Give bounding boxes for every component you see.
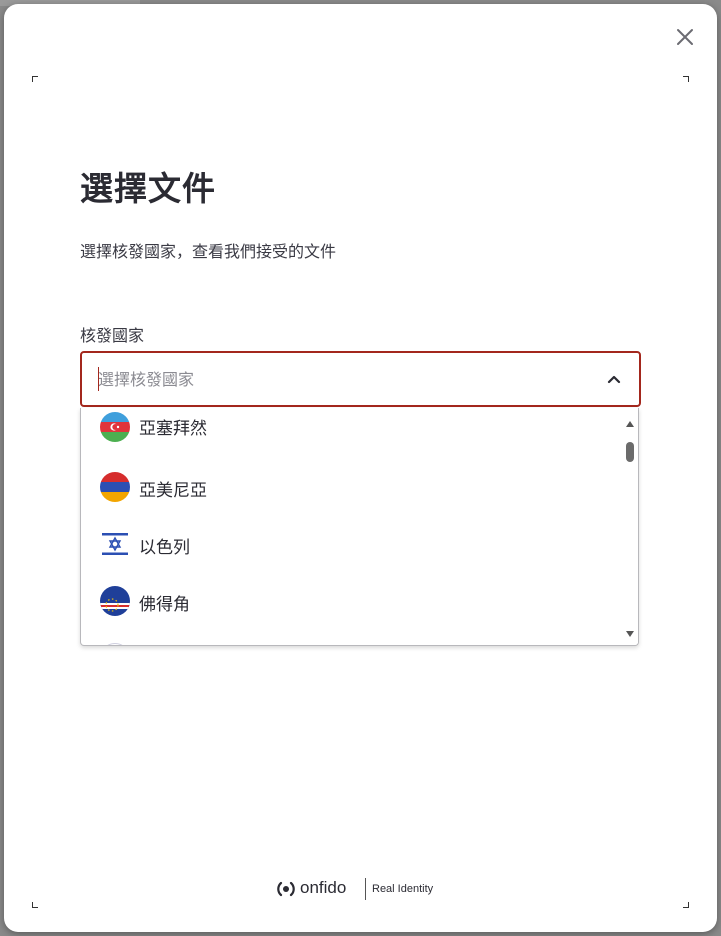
option-label: 亞美尼亞 (139, 481, 207, 501)
footer-branding: onfido Real Identity (276, 876, 476, 902)
close-button[interactable] (672, 24, 698, 50)
option-label: 佛得角 (139, 595, 190, 615)
chevron-up-icon (607, 375, 621, 384)
option-cape-verde[interactable]: 佛得角 (81, 573, 621, 630)
brand-divider (365, 878, 366, 900)
issuing-country-select[interactable] (80, 351, 641, 407)
issuing-country-label: 核發國家 (80, 326, 145, 345)
option-israel[interactable]: 以色列 (81, 516, 621, 573)
frame-corner-top-right (683, 76, 689, 82)
dropdown-scrollbar[interactable] (621, 408, 638, 645)
option-next-partial[interactable] (81, 630, 621, 645)
frame-corner-bottom-left (32, 902, 38, 908)
select-document-modal: 選擇文件 選擇核發國家，查看我們接受的文件 核發國家 亞塞拜然 (4, 4, 717, 932)
armenia-flag-icon (100, 472, 130, 502)
option-armenia[interactable]: 亞美尼亞 (81, 459, 621, 516)
azerbaijan-flag-icon (100, 412, 130, 442)
cape-verde-flag-icon (100, 586, 130, 616)
brand-name: onfido (300, 878, 347, 897)
close-icon (677, 29, 693, 45)
issuing-country-input[interactable] (98, 365, 578, 393)
option-label: 亞塞拜然 (139, 419, 207, 439)
brand-tagline: Real Identity (372, 883, 434, 895)
frame-corner-bottom-right (683, 902, 689, 908)
frame-corner-top-left (32, 76, 38, 82)
option-label: 以色列 (139, 538, 190, 558)
page-subtitle: 選擇核發國家，查看我們接受的文件 (80, 242, 337, 261)
onfido-logo-icon (277, 881, 295, 897)
country-options-list[interactable]: 亞塞拜然 亞美尼亞 以色列 佛得角 (80, 408, 639, 646)
page-title: 選擇文件 (80, 169, 216, 208)
scrollbar-thumb[interactable] (626, 442, 634, 462)
scroll-down-arrow-icon[interactable] (625, 630, 635, 638)
collapse-dropdown-button[interactable] (604, 369, 624, 389)
israel-flag-icon (100, 529, 130, 559)
scroll-up-arrow-icon[interactable] (625, 420, 635, 428)
text-caret (98, 367, 99, 391)
partial-flag-icon (100, 643, 130, 645)
option-azerbaijan[interactable]: 亞塞拜然 (81, 408, 621, 459)
